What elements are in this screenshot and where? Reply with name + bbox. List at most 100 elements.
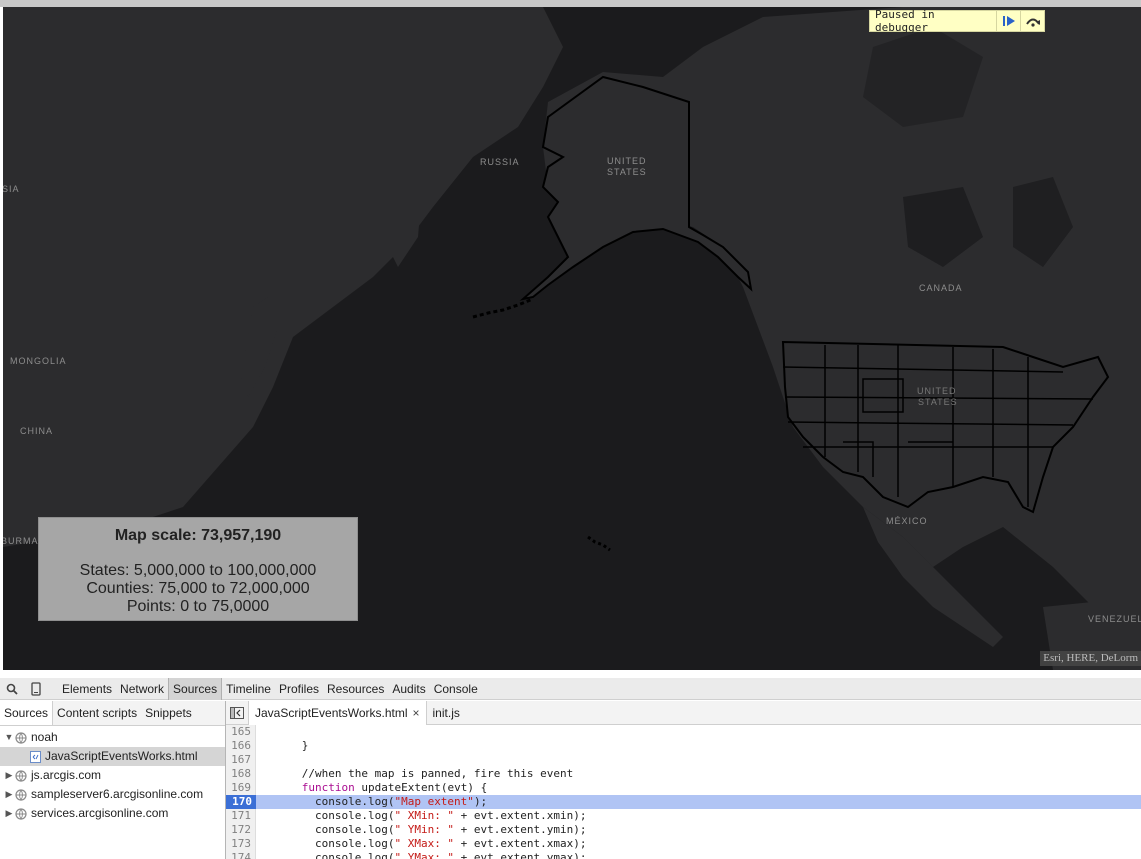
map-label-burma: BURMA bbox=[3, 536, 39, 546]
map-label-sia: SIA bbox=[3, 184, 20, 194]
paused-in-debugger-overlay: Paused in debugger bbox=[869, 8, 1045, 34]
code-text: updateExtent(evt) { bbox=[354, 781, 488, 794]
expanded-triangle-icon: ▼ bbox=[4, 732, 14, 742]
search-icon bbox=[6, 683, 18, 695]
code-line-166: 166 } bbox=[226, 739, 1141, 753]
code-text: console.log( bbox=[262, 795, 395, 808]
counties-scale-range: Counties: 75,000 to 72,000,000 bbox=[86, 580, 310, 597]
tab-console[interactable]: Console bbox=[430, 678, 482, 700]
code-line-171: 171 console.log(" XMin: " + evt.extent.x… bbox=[226, 809, 1141, 823]
globe-icon bbox=[14, 769, 28, 782]
inspect-element-button[interactable] bbox=[0, 678, 24, 700]
tree-item-services-arcgisonline-com[interactable]: ▶ services.arcgisonline.com bbox=[0, 804, 225, 823]
device-mode-button[interactable] bbox=[24, 678, 48, 700]
code-text: } bbox=[262, 739, 309, 752]
map-label-venezuela: VENEZUELA bbox=[1088, 614, 1141, 624]
tab-sources[interactable]: Sources bbox=[168, 677, 223, 700]
step-over-button[interactable] bbox=[1020, 11, 1044, 31]
navigator-tab-snippets[interactable]: Snippets bbox=[141, 701, 196, 725]
code-line-168: 168 //when the map is panned, fire this … bbox=[226, 767, 1141, 781]
line-number[interactable]: 168 bbox=[226, 767, 256, 781]
code-editor[interactable]: 165 166 } 167 168 //when the map is pann… bbox=[226, 725, 1141, 859]
map-attribution[interactable]: Esri, HERE, DeLorm bbox=[1040, 651, 1141, 666]
map-view[interactable]: RUSSIA UNITED STATES CANADA UNITED STATE… bbox=[3, 7, 1141, 670]
line-number[interactable]: 171 bbox=[226, 809, 256, 823]
editor-tab-label: JavaScriptEventsWorks.html bbox=[255, 705, 408, 720]
map-label-canada: CANADA bbox=[919, 283, 963, 293]
toggle-navigator-button[interactable] bbox=[226, 706, 248, 719]
line-number[interactable]: 165 bbox=[226, 725, 256, 739]
code-line-167: 167 bbox=[226, 753, 1141, 767]
devtools-toolbar: Elements Network Sources Timeline Profil… bbox=[0, 677, 1141, 700]
code-comment: //when the map is panned, fire this even… bbox=[262, 767, 574, 780]
line-number[interactable]: 172 bbox=[226, 823, 256, 837]
code-string: " XMax: " bbox=[394, 837, 455, 850]
html-file-icon bbox=[28, 750, 42, 763]
code-text: + evt.extent.xmin); bbox=[454, 809, 587, 822]
line-number[interactable]: 167 bbox=[226, 753, 256, 767]
paused-label: Paused in debugger bbox=[875, 8, 935, 34]
line-number[interactable]: 166 bbox=[226, 739, 256, 753]
resume-button[interactable] bbox=[996, 11, 1020, 31]
code-line-165: 165 bbox=[226, 725, 1141, 739]
code-text: + evt.extent.ymin); bbox=[454, 823, 587, 836]
tab-audits[interactable]: Audits bbox=[388, 678, 429, 700]
tree-item-noah[interactable]: ▼ noah bbox=[0, 728, 225, 747]
tab-elements[interactable]: Elements bbox=[58, 678, 116, 700]
globe-icon bbox=[14, 788, 28, 801]
tree-item-label: noah bbox=[31, 730, 58, 744]
code-text: console.log( bbox=[262, 823, 395, 836]
collapsed-triangle-icon: ▶ bbox=[5, 808, 13, 818]
tree-item-label: sampleserver6.arcgisonline.com bbox=[31, 787, 204, 801]
step-over-icon bbox=[1025, 18, 1040, 27]
resume-icon bbox=[1002, 16, 1015, 26]
navigator-tabs: Sources Content scripts Snippets bbox=[0, 701, 225, 726]
mobile-device-icon bbox=[31, 681, 41, 696]
states-scale-range: States: 5,000,000 to 100,000,000 bbox=[79, 562, 317, 579]
breakpoint-line-number[interactable]: 170 bbox=[226, 795, 256, 809]
code-line-173: 173 console.log(" XMax: " + evt.extent.x… bbox=[226, 837, 1141, 851]
points-scale-range: Points: 0 to 75,0000 bbox=[126, 598, 270, 615]
map-label-mexico: MÉXICO bbox=[886, 516, 928, 526]
code-line-172: 172 console.log(" YMin: " + evt.extent.y… bbox=[226, 823, 1141, 837]
tab-timeline[interactable]: Timeline bbox=[222, 678, 275, 700]
code-text: ); bbox=[473, 795, 488, 808]
tab-resources[interactable]: Resources bbox=[323, 678, 388, 700]
window-top-strip bbox=[0, 0, 1141, 7]
line-number[interactable]: 174 bbox=[226, 851, 256, 859]
tab-network[interactable]: Network bbox=[116, 678, 168, 700]
code-text: + evt.extent.ymax); bbox=[454, 851, 587, 859]
code-text: console.log( bbox=[262, 851, 395, 859]
tree-item-js-arcgis-com[interactable]: ▶ js.arcgis.com bbox=[0, 766, 225, 785]
map-scale-title: Map scale: 73,957,190 bbox=[114, 527, 282, 544]
code-string: " XMin: " bbox=[394, 809, 455, 822]
tab-profiles[interactable]: Profiles bbox=[275, 678, 323, 700]
code-line-170-current: 170 console.log("Map extent"); bbox=[226, 795, 1141, 809]
tree-item-label: services.arcgisonline.com bbox=[31, 806, 169, 820]
map-scale-panel: Map scale: 73,957,190 States: 5,000,000 … bbox=[38, 517, 358, 621]
code-string: " YMax: " bbox=[394, 851, 455, 859]
close-tab-icon[interactable]: × bbox=[413, 706, 420, 720]
devtools-panel: Elements Network Sources Timeline Profil… bbox=[0, 677, 1141, 859]
tree-item-javascripteventsworks-html[interactable]: JavaScriptEventsWorks.html bbox=[0, 747, 225, 766]
navigator-tab-sources[interactable]: Sources bbox=[0, 701, 54, 725]
code-line-169: 169 function updateExtent(evt) { bbox=[226, 781, 1141, 795]
toggle-sidebar-icon bbox=[230, 706, 244, 719]
collapsed-triangle-icon: ▶ bbox=[5, 770, 13, 780]
globe-icon bbox=[14, 731, 28, 744]
code-text: console.log( bbox=[262, 837, 395, 850]
map-label-china: CHINA bbox=[20, 426, 54, 436]
map-label-united-states-alaska-line2: STATES bbox=[607, 167, 647, 177]
map-label-russia: RUSSIA bbox=[480, 157, 520, 167]
collapsed-triangle-icon: ▶ bbox=[5, 789, 13, 799]
tree-item-sampleserver6-arcgisonline-com[interactable]: ▶ sampleserver6.arcgisonline.com bbox=[0, 785, 225, 804]
sources-navigator: Sources Content scripts Snippets ▼ noah … bbox=[0, 701, 226, 859]
code-text: + evt.extent.xmax); bbox=[454, 837, 587, 850]
navigator-tab-content-scripts[interactable]: Content scripts bbox=[53, 701, 141, 725]
editor-tab-javascripteventsworks-html[interactable]: JavaScriptEventsWorks.html × bbox=[248, 700, 427, 725]
line-number[interactable]: 169 bbox=[226, 781, 256, 795]
code-string: " YMin: " bbox=[394, 823, 455, 836]
line-number[interactable]: 173 bbox=[226, 837, 256, 851]
editor-tab-init-js[interactable]: init.js bbox=[427, 701, 466, 725]
